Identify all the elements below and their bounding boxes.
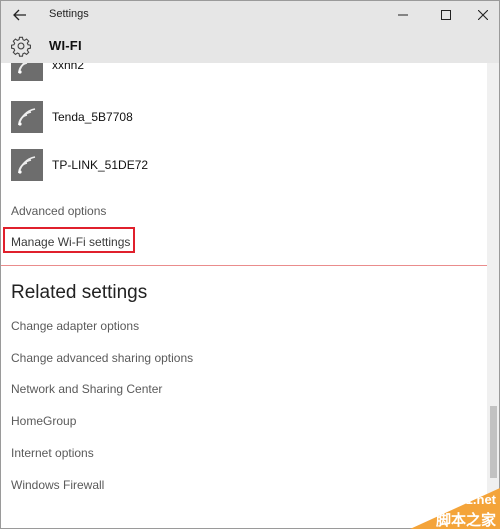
page-header: WI-FI — [1, 29, 499, 63]
network-sharing-center-link[interactable]: Network and Sharing Center — [11, 382, 162, 396]
windows-firewall-link[interactable]: Windows Firewall — [11, 478, 104, 492]
watermark-brand: 脚本之家 — [435, 512, 496, 529]
network-item[interactable]: xxhh2 — [11, 63, 84, 81]
divider — [1, 265, 487, 266]
maximize-icon[interactable] — [426, 1, 466, 29]
wifi-icon — [11, 63, 43, 81]
advanced-options-link[interactable]: Advanced options — [11, 204, 106, 218]
change-advanced-sharing-link[interactable]: Change advanced sharing options — [11, 351, 193, 365]
scrollbar-thumb[interactable] — [490, 406, 497, 478]
settings-window: Settings WI-FI xxhh2 Tenda_5B7708 TP-LIN… — [0, 0, 500, 529]
change-adapter-options-link[interactable]: Change adapter options — [11, 319, 139, 333]
internet-options-link[interactable]: Internet options — [11, 446, 94, 460]
watermark-domain: jb51.net — [446, 492, 496, 507]
network-name: Tenda_5B7708 — [52, 110, 133, 124]
close-icon[interactable] — [463, 1, 499, 29]
network-name: TP-LINK_51DE72 — [52, 158, 149, 172]
network-item[interactable]: TP-LINK_51DE72 — [11, 149, 148, 181]
manage-wifi-settings-link[interactable]: Manage Wi-Fi settings — [11, 235, 130, 249]
network-name: xxhh2 — [52, 63, 85, 72]
homegroup-link[interactable]: HomeGroup — [11, 414, 76, 428]
content-area: xxhh2 Tenda_5B7708 TP-LINK_51DE72 Advanc… — [1, 63, 487, 528]
window-title: Settings — [49, 8, 89, 20]
page-title: WI-FI — [49, 38, 82, 53]
wifi-icon — [11, 101, 43, 133]
minimize-icon[interactable] — [383, 1, 423, 29]
title-bar: Settings — [1, 1, 499, 29]
gear-icon — [11, 36, 31, 57]
back-arrow-icon[interactable] — [9, 4, 31, 26]
related-settings-heading: Related settings — [11, 282, 148, 303]
watermark: jb51.net 脚本之家 — [410, 488, 500, 529]
wifi-icon — [11, 149, 43, 181]
network-item[interactable]: Tenda_5B7708 — [11, 101, 133, 133]
